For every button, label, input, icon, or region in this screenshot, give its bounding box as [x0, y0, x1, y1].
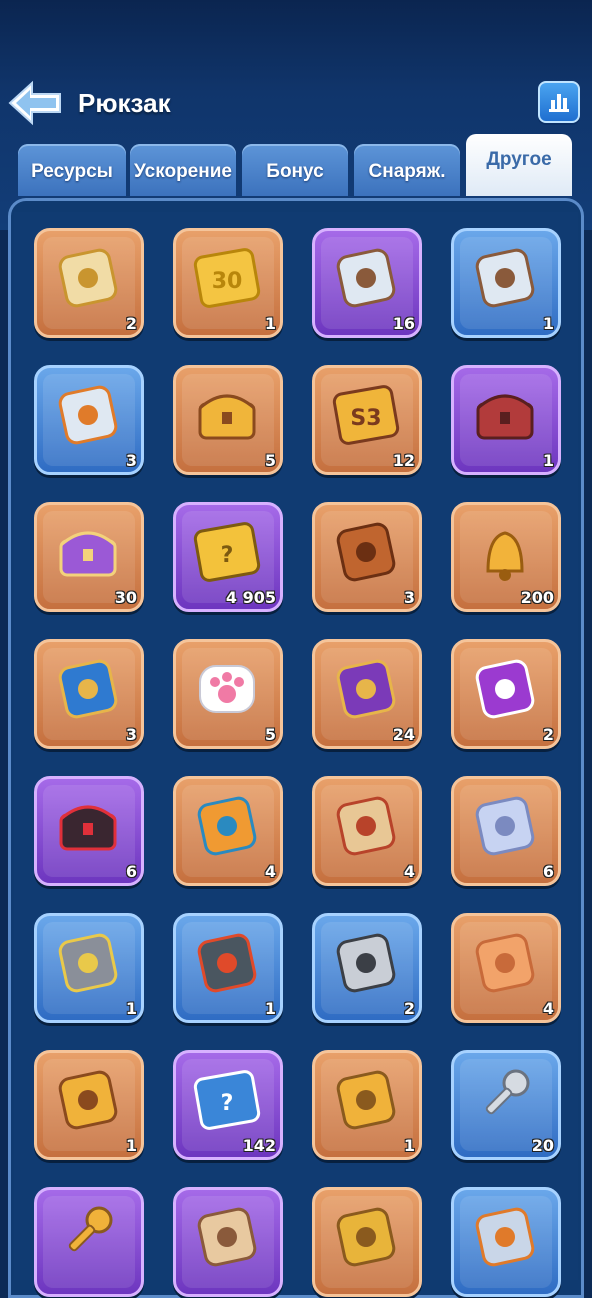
inventory-item[interactable]: ? 4 905: [173, 502, 283, 612]
item-count: 4 905: [225, 588, 276, 607]
inventory-item[interactable]: [312, 1187, 422, 1297]
item-count: 200: [520, 588, 554, 607]
inventory-item[interactable]: 1: [173, 913, 283, 1023]
inventory-item[interactable]: [34, 1187, 144, 1297]
back-arrow-icon[interactable]: [8, 80, 64, 126]
inventory-item[interactable]: 200: [451, 502, 561, 612]
tab-equipment[interactable]: Снаряж.: [354, 144, 460, 196]
item-count: 1: [542, 451, 554, 470]
inventory-item[interactable]: 5: [173, 365, 283, 475]
item-count: 6: [125, 862, 137, 881]
inventory-item[interactable]: 6: [451, 776, 561, 886]
header: Рюкзак: [0, 78, 592, 130]
inventory-item[interactable]: S3 12: [312, 365, 422, 475]
inventory-item[interactable]: 24: [312, 639, 422, 749]
item-count: 1: [542, 314, 554, 333]
inventory-item[interactable]: 1: [451, 365, 561, 475]
item-count: 3: [125, 725, 137, 744]
item-count: 2: [542, 725, 554, 744]
item-count: 2: [403, 999, 415, 1018]
inventory-item[interactable]: 5: [173, 639, 283, 749]
item-count: 6: [542, 862, 554, 881]
item-count: 1: [403, 1136, 415, 1155]
bar-chart-icon[interactable]: [538, 81, 580, 123]
inventory-item[interactable]: 1: [312, 1050, 422, 1160]
item-count: 142: [242, 1136, 276, 1155]
item-count: 12: [392, 451, 415, 470]
item-count: 20: [531, 1136, 554, 1155]
inventory-item[interactable]: 6: [34, 776, 144, 886]
svg-text:S3: S3: [350, 406, 381, 431]
inventory-item[interactable]: ? 142: [173, 1050, 283, 1160]
tab-speedup[interactable]: Ускорение: [130, 144, 236, 196]
inventory-item[interactable]: 1: [451, 228, 561, 338]
inventory-item[interactable]: 4: [451, 913, 561, 1023]
item-count: 16: [392, 314, 415, 333]
inventory-item[interactable]: 3: [312, 502, 422, 612]
inventory-item[interactable]: [173, 1187, 283, 1297]
item-count: 5: [264, 451, 276, 470]
tab-bonus[interactable]: Бонус: [242, 144, 348, 196]
inventory-item[interactable]: 1: [34, 1050, 144, 1160]
item-count: 5: [264, 725, 276, 744]
svg-text:?: ?: [221, 543, 234, 568]
inventory-item[interactable]: 30 1: [173, 228, 283, 338]
item-count: 30: [114, 588, 137, 607]
inventory-item[interactable]: 3: [34, 639, 144, 749]
svg-text:30: 30: [212, 269, 243, 294]
inventory-item[interactable]: 20: [451, 1050, 561, 1160]
tab-other[interactable]: Другое: [466, 134, 572, 196]
item-count: 4: [542, 999, 554, 1018]
inventory-item[interactable]: 2: [34, 228, 144, 338]
inventory-item[interactable]: 16: [312, 228, 422, 338]
inventory-item[interactable]: 3: [34, 365, 144, 475]
inventory-item[interactable]: 4: [312, 776, 422, 886]
item-count: 2: [125, 314, 137, 333]
item-count: 3: [403, 588, 415, 607]
inventory-item[interactable]: 4: [173, 776, 283, 886]
item-count: 1: [125, 999, 137, 1018]
tab-resources[interactable]: Ресурсы: [18, 144, 126, 196]
inventory-item[interactable]: 1: [34, 913, 144, 1023]
item-count: 1: [264, 999, 276, 1018]
item-count: 4: [403, 862, 415, 881]
page-title: Рюкзак: [78, 88, 171, 118]
tab-bar: Ресурсы Ускорение Бонус Снаряж. Другое: [18, 134, 578, 198]
inventory-item[interactable]: 2: [312, 913, 422, 1023]
inventory-item[interactable]: 30: [34, 502, 144, 612]
inventory-item[interactable]: 2: [451, 639, 561, 749]
item-count: 1: [264, 314, 276, 333]
item-count: 4: [264, 862, 276, 881]
item-count: 1: [125, 1136, 137, 1155]
item-count: 24: [392, 725, 415, 744]
inventory-item[interactable]: [451, 1187, 561, 1297]
svg-text:?: ?: [221, 1091, 234, 1116]
item-count: 3: [125, 451, 137, 470]
